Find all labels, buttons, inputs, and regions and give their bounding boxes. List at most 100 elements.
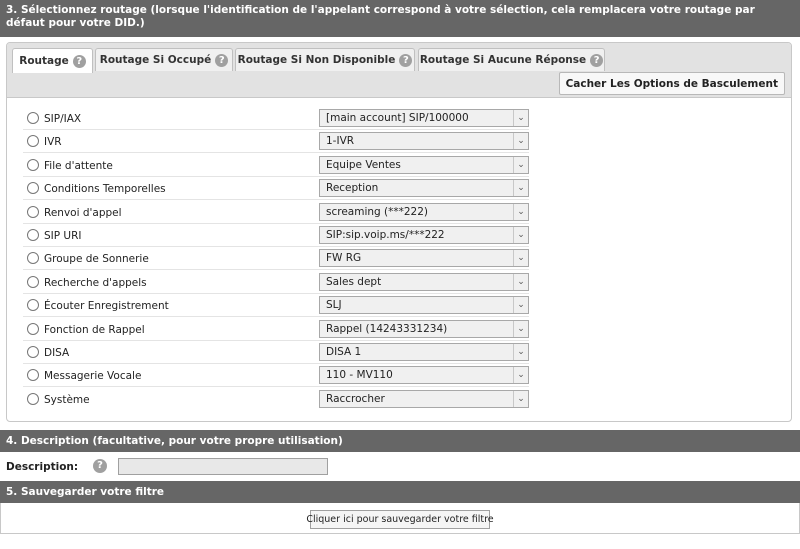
routing-option-row: SIP/IAX [main account] SIP/100000 ⌄ bbox=[23, 108, 529, 131]
routing-radio[interactable] bbox=[27, 369, 39, 382]
routing-select-value: Raccrocher bbox=[326, 392, 385, 405]
routing-radio[interactable] bbox=[27, 252, 39, 265]
save-filter-button[interactable]: Cliquer ici pour sauvegarder votre filtr… bbox=[306, 510, 494, 529]
help-icon[interactable]: ? bbox=[215, 53, 229, 67]
routing-select[interactable]: 110 - MV110 ⌄ bbox=[319, 366, 529, 385]
routing-select[interactable]: Reception ⌄ bbox=[319, 179, 529, 198]
section-4-header: 4. Description (facultative, pour votre … bbox=[0, 430, 800, 452]
row-divider bbox=[23, 316, 529, 318]
row-divider bbox=[23, 363, 529, 364]
routing-option-row: Messagerie Vocale 110 - MV110 ⌄ bbox=[23, 365, 529, 388]
routing-option-label: Renvoi d'appel bbox=[44, 206, 122, 219]
routing-option-row: Groupe de Sonnerie FW RG ⌄ bbox=[23, 248, 529, 271]
row-divider bbox=[23, 129, 529, 130]
chevron-down-icon: ⌄ bbox=[513, 367, 528, 384]
routing-select-value: [main account] SIP/100000 bbox=[326, 112, 469, 124]
routing-select-value: 1-IVR bbox=[326, 135, 355, 148]
row-divider bbox=[23, 269, 529, 271]
routing-option-label: Conditions Temporelles bbox=[44, 183, 166, 196]
routing-option-label: Écouter Enregistrement bbox=[44, 300, 169, 313]
routing-select[interactable]: Raccrocher ⌄ bbox=[319, 389, 529, 408]
tab-routage-si-non-disponible[interactable]: Routage Si Non Disponible ? bbox=[235, 48, 415, 71]
section-5-title: 5. Sauvegarder votre filtre bbox=[6, 486, 165, 498]
routing-select-value: Sales dept bbox=[326, 275, 382, 288]
row-divider bbox=[23, 386, 529, 388]
routing-select-value: FW RG bbox=[326, 252, 362, 265]
tab-label: Routage Si Occupé bbox=[99, 54, 212, 66]
routing-radio[interactable] bbox=[27, 182, 39, 195]
routing-radio[interactable] bbox=[27, 135, 39, 148]
routing-select[interactable]: Equipe Ventes ⌄ bbox=[319, 155, 529, 174]
chevron-down-icon: ⌄ bbox=[513, 344, 528, 360]
routing-select-value: Rappel (14243331234) bbox=[326, 322, 448, 335]
section-4-title: 4. Description (facultative, pour votre … bbox=[6, 435, 343, 447]
section-5-header: 5. Sauvegarder votre filtre bbox=[0, 481, 800, 503]
routing-option-row: File d'attente Equipe Ventes ⌄ bbox=[23, 155, 529, 178]
routing-select[interactable]: [main account] SIP/100000 ⌄ bbox=[319, 109, 529, 127]
routing-option-label: Système bbox=[44, 393, 90, 406]
hide-failover-options-button[interactable]: Cacher Les Options de Basculement bbox=[558, 72, 785, 95]
tab-label: Routage Si Non Disponible bbox=[237, 54, 396, 66]
routing-option-label: Fonction de Rappel bbox=[44, 323, 145, 336]
tab-routage-si-aucune-reponse[interactable]: Routage Si Aucune Réponse ? bbox=[418, 48, 605, 71]
chevron-down-icon: ⌄ bbox=[513, 203, 528, 220]
routing-radio[interactable] bbox=[27, 299, 39, 312]
chevron-down-icon: ⌄ bbox=[513, 297, 528, 314]
routing-radio[interactable] bbox=[27, 112, 39, 124]
routing-select[interactable]: FW RG ⌄ bbox=[319, 249, 529, 268]
routing-option-label: SIP URI bbox=[44, 230, 82, 242]
routing-radio[interactable] bbox=[27, 275, 39, 288]
routing-option-row: Recherche d'appels Sales dept ⌄ bbox=[23, 272, 529, 295]
routing-radio[interactable] bbox=[27, 346, 39, 358]
tab-routage-si-occupe[interactable]: Routage Si Occupé ? bbox=[95, 48, 233, 71]
chevron-down-icon: ⌄ bbox=[513, 156, 528, 173]
routing-option-row: Écouter Enregistrement SLJ ⌄ bbox=[23, 295, 529, 318]
routing-select[interactable]: Sales dept ⌄ bbox=[319, 272, 529, 291]
routing-select-value: Equipe Ventes bbox=[326, 158, 401, 171]
tab-bar: Routage ? Routage Si Occupé ? Routage Si… bbox=[7, 43, 791, 98]
row-divider bbox=[23, 152, 529, 154]
routing-option-label: IVR bbox=[44, 136, 62, 149]
routing-select[interactable]: DISA 1 ⌄ bbox=[319, 343, 529, 361]
routing-option-row: Fonction de Rappel Rappel (14243331234) ⌄ bbox=[23, 319, 529, 342]
routing-select[interactable]: Rappel (14243331234) ⌄ bbox=[319, 319, 529, 338]
section-3-header: 3. Sélectionnez routage (lorsque l'ident… bbox=[0, 0, 800, 37]
chevron-down-icon: ⌄ bbox=[513, 273, 528, 290]
routing-select[interactable]: SLJ ⌄ bbox=[319, 296, 529, 315]
chevron-down-icon: ⌄ bbox=[513, 180, 528, 197]
routing-radio[interactable] bbox=[27, 392, 39, 405]
row-divider bbox=[23, 199, 529, 201]
tab-routage[interactable]: Routage ? bbox=[12, 48, 93, 73]
routing-radio[interactable] bbox=[27, 158, 39, 171]
chevron-down-icon: ⌄ bbox=[513, 320, 528, 337]
routing-option-row: DISA DISA 1 ⌄ bbox=[23, 342, 529, 365]
routing-option-label: File d'attente bbox=[44, 159, 113, 172]
help-icon[interactable]: ? bbox=[93, 459, 107, 473]
routing-select[interactable]: screaming (***222) ⌄ bbox=[319, 202, 529, 221]
routing-panel: Routage ? Routage Si Occupé ? Routage Si… bbox=[6, 42, 792, 422]
row-divider bbox=[23, 175, 529, 177]
routing-select[interactable]: SIP:sip.voip.ms/***222 ⌄ bbox=[319, 226, 529, 244]
help-icon[interactable]: ? bbox=[399, 53, 413, 67]
routing-select-value: 110 - MV110 bbox=[326, 369, 393, 382]
routing-select-value: DISA 1 bbox=[326, 346, 362, 358]
row-divider bbox=[23, 339, 529, 341]
routing-option-label: Recherche d'appels bbox=[44, 276, 147, 289]
help-icon[interactable]: ? bbox=[590, 53, 604, 67]
routing-option-label: Groupe de Sonnerie bbox=[44, 253, 149, 266]
routing-option-label: Messagerie Vocale bbox=[44, 370, 142, 383]
tab-label: Routage Si Aucune Réponse bbox=[419, 54, 587, 66]
chevron-down-icon: ⌄ bbox=[513, 133, 528, 150]
section-3-title: 3. Sélectionnez routage (lorsque l'ident… bbox=[6, 4, 755, 29]
chevron-down-icon: ⌄ bbox=[513, 390, 528, 407]
routing-radio[interactable] bbox=[27, 322, 39, 335]
help-icon[interactable]: ? bbox=[72, 54, 86, 68]
routing-option-row: SIP URI SIP:sip.voip.ms/***222 ⌄ bbox=[23, 225, 529, 248]
routing-select-value: screaming (***222) bbox=[326, 205, 429, 218]
description-input[interactable] bbox=[118, 458, 328, 475]
routing-radio[interactable] bbox=[27, 205, 39, 218]
chevron-down-icon: ⌄ bbox=[513, 250, 528, 267]
routing-select[interactable]: 1-IVR ⌄ bbox=[319, 132, 529, 151]
chevron-down-icon: ⌄ bbox=[513, 227, 528, 243]
routing-radio[interactable] bbox=[27, 229, 39, 241]
